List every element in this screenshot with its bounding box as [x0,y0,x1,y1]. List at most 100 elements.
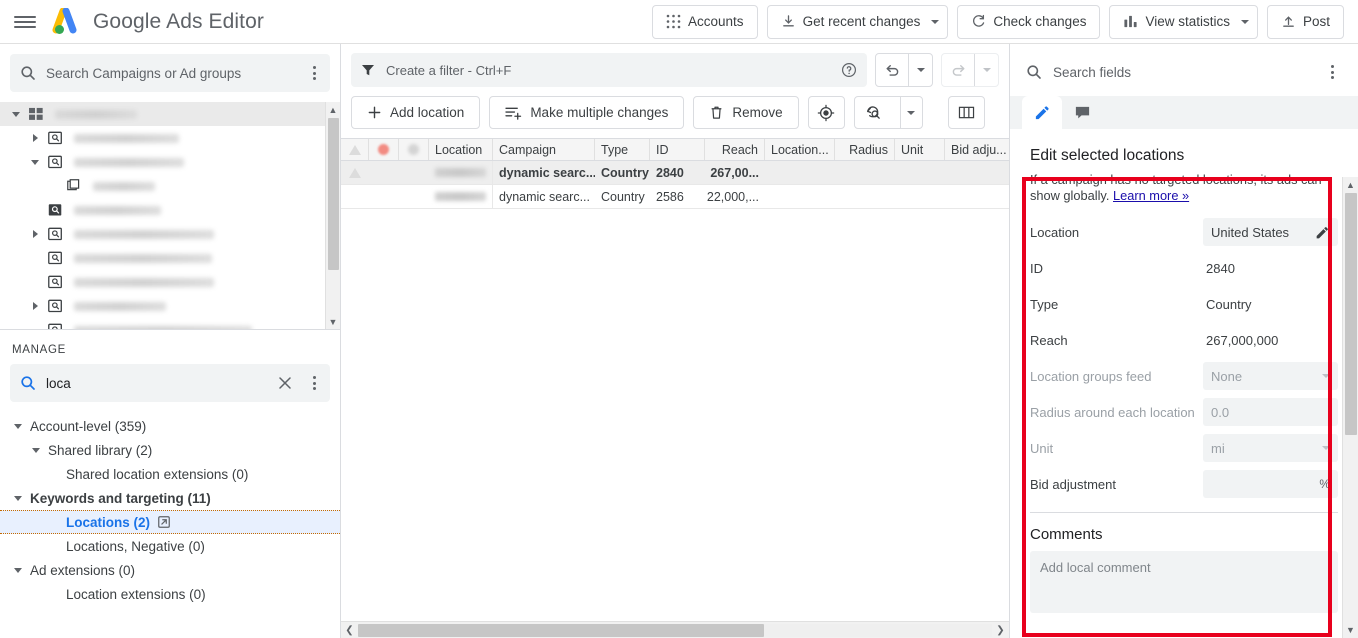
make-multiple-changes-button[interactable]: Make multiple changes [489,96,684,129]
scroll-left-arrow-icon[interactable]: ❮ [341,625,358,636]
remove-button[interactable]: Remove [693,96,798,129]
filter-input[interactable]: Create a filter - Ctrl+F [351,53,867,87]
account-tree-item[interactable] [0,222,340,246]
sidebar-item-locations-negative-0[interactable]: Locations, Negative (0) [0,534,340,558]
hamburger-menu-icon[interactable] [14,13,36,31]
sidebar-item-account-level-359[interactable]: Account-level (359) [0,414,340,438]
columns-button[interactable] [948,96,985,129]
column-header-warning-triangle-icon[interactable] [341,139,369,160]
account-tree-scrollbar[interactable]: ▲ ▼ [325,102,340,329]
tab-edit[interactable] [1022,96,1062,129]
accounts-button[interactable]: Accounts [652,5,758,39]
twisty-expanded-icon[interactable] [10,424,26,429]
post-button[interactable]: Post [1267,5,1344,39]
column-header-campaign[interactable]: Campaign [493,139,595,160]
campaign-search-box[interactable]: Search Campaigns or Ad groups [10,54,330,92]
account-tree-item[interactable] [0,294,340,318]
column-header-gray-dot-icon[interactable] [399,139,429,160]
red-dot-icon [378,144,389,155]
column-header-unit[interactable]: Unit [895,139,945,160]
scroll-up-arrow-icon[interactable]: ▲ [1343,177,1358,193]
comment-input[interactable]: Add local comment [1030,551,1338,613]
twisty-expanded-icon[interactable] [10,568,26,573]
revert-button[interactable] [854,96,923,129]
learn-more-link[interactable]: Learn more » [1113,188,1189,203]
undo-icon[interactable] [876,54,908,86]
field-label-type: Type [1030,297,1203,312]
scroll-down-arrow-icon[interactable]: ▼ [1343,622,1358,638]
column-header-reach[interactable]: Reach [705,139,765,160]
external-link-icon[interactable] [157,515,171,529]
column-header-radius[interactable]: Radius [835,139,895,160]
hscroll-track[interactable] [358,624,992,637]
add-location-button[interactable]: Add location [351,96,480,129]
sidebar-item-keywords-and-targeting-11[interactable]: Keywords and targeting (11) [0,486,340,510]
view-statistics-button[interactable]: View statistics [1109,5,1258,39]
check-changes-button[interactable]: Check changes [957,5,1100,39]
account-tree-item[interactable] [0,102,340,126]
twisty-collapsed-icon[interactable] [27,302,43,310]
undo-button[interactable] [875,53,933,87]
table-horizontal-scrollbar[interactable]: ❮ ❯ [341,621,1009,638]
get-recent-changes-button[interactable]: Get recent changes [767,5,949,39]
target-location-button[interactable] [808,96,845,129]
revert-search-icon[interactable] [855,97,892,128]
revert-dropdown-icon[interactable] [900,97,922,128]
table-row[interactable]: dynamic searc...Country258622,000,... [341,185,1009,209]
scroll-up-arrow-icon[interactable]: ▲ [326,102,341,117]
column-header-type[interactable]: Type [595,139,650,160]
account-tree-item[interactable] [0,126,340,150]
fields-search-box[interactable]: Search fields [1022,54,1346,90]
sidebar-item-shared-library-2[interactable]: Shared library (2) [0,438,340,462]
sidebar-item-locations-2[interactable]: Locations (2) [0,510,340,534]
column-header-red-dot-icon[interactable] [369,139,399,160]
scrollbar-thumb[interactable] [328,118,339,270]
account-tree-item[interactable] [0,150,340,174]
make-multiple-changes-label: Make multiple changes [530,105,668,120]
account-tree-item[interactable] [0,174,340,198]
column-header-bid-adju[interactable]: Bid adju... [945,139,1011,160]
pencil-icon[interactable] [1315,225,1330,240]
chevron-down-icon[interactable] [927,20,943,24]
fields-search-more-icon[interactable] [1324,63,1340,81]
field-label-location: Location [1030,225,1203,240]
help-circle-icon[interactable] [841,62,857,78]
sidebar-item-location-extensions-0[interactable]: Location extensions (0) [0,582,340,606]
manage-search-input[interactable]: loca [46,376,268,391]
scroll-right-arrow-icon[interactable]: ❯ [992,625,1009,636]
chevron-down-icon[interactable] [1237,20,1253,24]
scrollbar-thumb[interactable] [1345,193,1357,435]
hscroll-thumb[interactable] [358,624,764,637]
twisty-expanded-icon[interactable] [8,112,24,117]
manage-search-box[interactable]: loca [10,364,330,402]
field-input-location[interactable]: United States [1203,218,1338,246]
undo-dropdown-icon[interactable] [908,54,932,86]
field-row-reach: Reach267,000,000 [1030,322,1338,358]
twisty-collapsed-icon[interactable] [27,230,43,238]
table-row[interactable]: dynamic searc...Country2840267,00... [341,161,1009,185]
right-panel-scrollbar[interactable]: ▲ ▼ [1342,177,1358,638]
field-input-bid-adjustment[interactable]: % [1203,470,1338,498]
redo-button[interactable] [941,53,999,87]
account-tree-item[interactable] [0,246,340,270]
column-header-location[interactable]: Location [429,139,493,160]
tab-comments[interactable] [1062,96,1102,129]
twisty-expanded-icon[interactable] [27,160,43,165]
sidebar-item-shared-location-extensions-0[interactable]: Shared location extensions (0) [0,462,340,486]
sidebar-item-label: Shared library (2) [48,443,152,458]
account-tree-item[interactable] [0,198,340,222]
manage-search-more-icon[interactable] [306,374,322,392]
sidebar-item-ad-extensions-0[interactable]: Ad extensions (0) [0,558,340,582]
close-icon[interactable] [278,376,292,390]
twisty-expanded-icon[interactable] [28,448,44,453]
column-header-id[interactable]: ID [650,139,705,160]
twisty-expanded-icon[interactable] [10,496,26,501]
chevron-down-icon [1322,446,1330,450]
account-tree-item[interactable] [0,270,340,294]
field-row-radius-around-each-location: Radius around each location0.0 [1030,394,1338,430]
account-tree-item[interactable] [0,318,340,330]
column-header-location[interactable]: Location... [765,139,835,160]
twisty-collapsed-icon[interactable] [27,134,43,142]
campaign-search-more-icon[interactable] [306,64,322,82]
scroll-down-arrow-icon[interactable]: ▼ [326,314,341,329]
